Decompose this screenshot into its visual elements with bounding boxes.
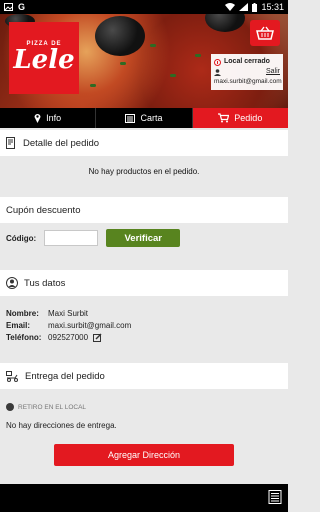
user-circle-icon (6, 277, 18, 289)
coupon-code-label: Código: (6, 233, 37, 243)
empty-order-message: No hay productos en el pedido. (88, 167, 200, 176)
closed-icon (214, 58, 221, 66)
cart-button[interactable] (250, 20, 280, 46)
coupon-title: Cupón descuento (6, 204, 81, 216)
phone-value: 092527000 (48, 332, 89, 342)
order-detail-header: Detalle del pedido (0, 130, 288, 156)
email-value: maxi.surbit@gmail.com (48, 320, 132, 330)
location-pin-icon (34, 114, 41, 123)
your-data-title: Tus datos (24, 277, 66, 289)
delivery-scooter-icon (6, 370, 18, 382)
radio-button[interactable] (6, 403, 14, 411)
store-status-box: Local cerrado Salir maxi.surbit@gmail.co… (211, 54, 283, 90)
menu-book-icon (125, 113, 136, 123)
bottom-bar (0, 484, 288, 512)
tab-carta[interactable]: Carta (95, 108, 192, 128)
wifi-icon (225, 3, 236, 11)
order-detail-title: Detalle del pedido (23, 137, 100, 149)
logout-link[interactable]: Salir (266, 67, 280, 77)
tab-info[interactable]: Info (0, 108, 96, 128)
pickup-option[interactable]: RETIRO EN EL LOCAL (6, 403, 288, 411)
basket-icon (256, 26, 274, 40)
coupon-code-input[interactable] (44, 230, 99, 246)
your-data-header: Tus datos (0, 270, 288, 296)
pickup-option-label: RETIRO EN EL LOCAL (18, 403, 87, 411)
status-time: 15:31 (261, 2, 284, 12)
order-detail-body: No hay productos en el pedido. (0, 156, 288, 194)
phone-row: Teléfono: 092527000 (6, 331, 288, 343)
delivery-header: Entrega del pedido (0, 363, 288, 389)
battery-icon (252, 2, 258, 12)
store-status: Local cerrado (224, 58, 270, 65)
status-bar: G 15:31 (0, 0, 288, 14)
restaurant-logo: PIZZA DE Lele (9, 22, 79, 94)
receipt-icon (6, 137, 15, 149)
name-row: Nombre: Maxi Surbit (6, 308, 89, 318)
email-row: Email: maxi.surbit@gmail.com (6, 320, 132, 330)
main-tabs: Info Carta Pedido (0, 108, 288, 128)
coupon-header: Cupón descuento (0, 197, 288, 223)
google-icon: G (18, 2, 26, 12)
receipt-list-icon[interactable] (268, 490, 282, 504)
signal-icon (239, 3, 249, 11)
your-data-body: Nombre: Maxi Surbit Email: maxi.surbit@g… (0, 300, 288, 358)
user-email: maxi.surbit@gmail.com (214, 78, 282, 85)
delivery-title: Entrega del pedido (25, 370, 105, 382)
name-value: Maxi Surbit (48, 308, 89, 318)
coupon-body: Código: Verificar (0, 223, 288, 267)
tab-pedido[interactable]: Pedido (191, 108, 288, 128)
delivery-body: RETIRO EN EL LOCAL No hay direcciones de… (0, 392, 288, 482)
no-address-message: No hay direcciones de entrega. (6, 421, 117, 430)
add-address-button[interactable]: Agregar Dirección (54, 444, 234, 466)
image-icon (4, 3, 13, 11)
edit-icon[interactable] (93, 333, 102, 342)
verify-button[interactable]: Verificar (106, 229, 181, 247)
shopping-cart-icon (218, 113, 230, 123)
user-icon (214, 68, 221, 76)
